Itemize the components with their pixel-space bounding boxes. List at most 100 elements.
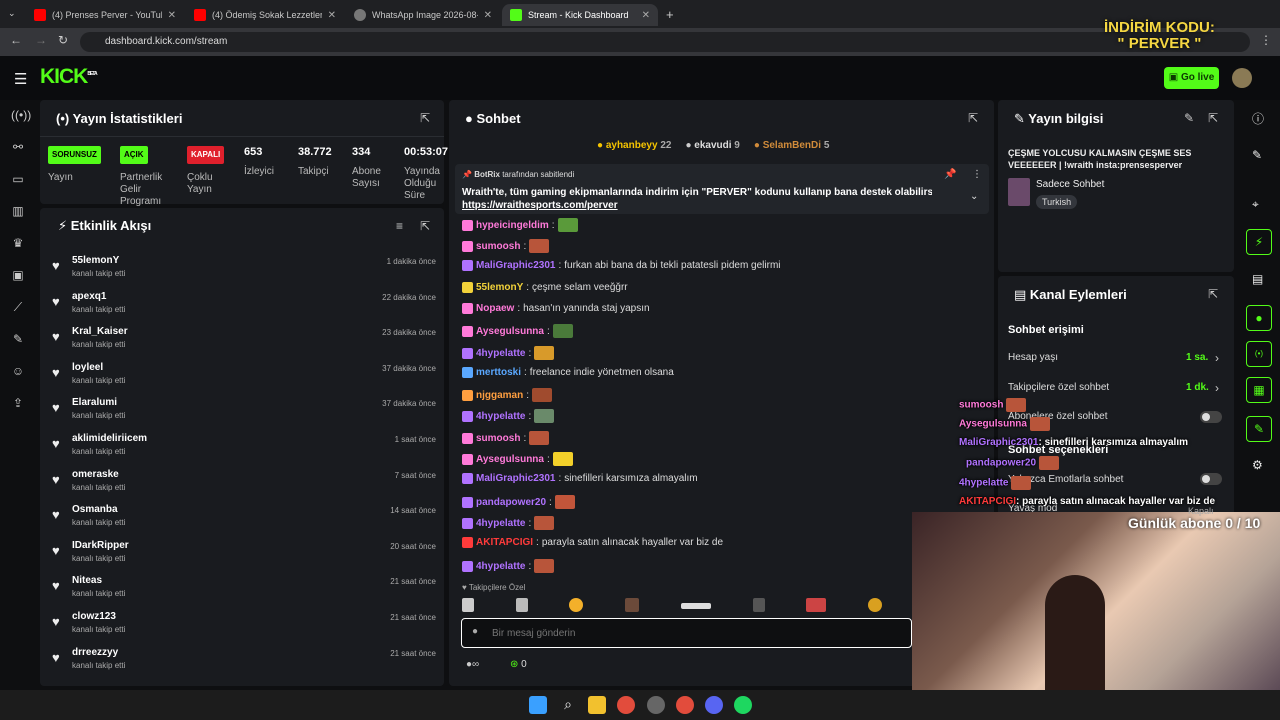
back-icon[interactable]: ← — [10, 33, 22, 47]
upload-icon[interactable]: ⇪ — [11, 396, 25, 410]
chat-username[interactable]: 4hypelatte — [476, 411, 525, 422]
kick-points[interactable]: ⊛ 0 — [510, 659, 527, 670]
address-bar[interactable]: dashboard.kick.com/stream — [80, 32, 1250, 52]
chat-input[interactable] — [492, 624, 892, 642]
analytics-icon[interactable]: ⟋ — [11, 300, 25, 314]
chrome-icon[interactable] — [617, 696, 635, 714]
emote[interactable] — [867, 598, 882, 612]
emote[interactable] — [515, 598, 528, 612]
chat-username[interactable]: pandapower20 — [476, 497, 546, 508]
unpin-icon[interactable]: 📌 — [944, 169, 956, 180]
go-live-button[interactable]: ▣ Go live — [1164, 67, 1219, 89]
link-icon[interactable]: ⚯ — [11, 140, 25, 154]
filter-icon[interactable]: ≡ — [396, 219, 403, 233]
popout-icon[interactable]: ⇱ — [968, 111, 978, 125]
chat-username[interactable]: hypeicingeldim — [476, 220, 549, 231]
emote[interactable] — [625, 598, 640, 612]
avatar[interactable] — [1232, 68, 1252, 88]
pencil-icon[interactable]: ✎ — [1252, 148, 1262, 162]
forward-icon[interactable]: → — [35, 33, 47, 47]
window-icon[interactable]: ▭ — [11, 172, 25, 186]
chevron-right-icon[interactable]: › — [1215, 351, 1219, 365]
chat-username[interactable]: AKITAPCIGI — [476, 537, 533, 548]
emote[interactable] — [569, 598, 584, 612]
chat-username[interactable]: MaliGraphic2301 — [476, 260, 555, 271]
broadcast-icon[interactable]: (•) — [1246, 341, 1272, 367]
search-icon[interactable]: ⌕ — [559, 696, 577, 714]
new-tab-button[interactable]: + — [666, 7, 674, 22]
wrench-icon[interactable]: ✎ — [1246, 416, 1272, 442]
close-icon[interactable]: ✕ — [484, 10, 492, 21]
users-icon[interactable]: ☺ — [11, 364, 25, 378]
info-icon[interactable]: ⓘ — [1252, 110, 1264, 127]
emote[interactable] — [462, 598, 474, 612]
browser-tab-kick[interactable]: Stream - Kick Dashboard ✕ — [502, 4, 658, 26]
activity-item[interactable]: ♥ Osmanba kanalı takip etti 14 saat önce — [50, 501, 440, 535]
chat-username[interactable]: merttoski — [476, 367, 521, 378]
activity-item[interactable]: ♥ aklimideliriicem kanalı takip etti 1 saat… — [50, 430, 440, 464]
start-icon[interactable] — [529, 696, 547, 714]
tab-search-icon[interactable]: ⌄ — [8, 8, 16, 19]
folder-icon[interactable] — [588, 696, 606, 714]
target-icon[interactable]: ⌖ — [1252, 197, 1259, 212]
menu-icon[interactable]: ⋮ — [1260, 33, 1272, 47]
hamburger-icon[interactable]: ☰ — [14, 70, 27, 88]
pinned-link[interactable]: https://wraithesports.com/perver — [462, 200, 618, 211]
chrome-icon[interactable] — [676, 696, 694, 714]
activity-item[interactable]: ♥ Niteas kanalı takip etti 21 saat önce — [50, 572, 440, 606]
popout-icon[interactable]: ⇱ — [1208, 287, 1218, 301]
activity-item[interactable]: ♥ drreezzyy kanalı takip etti 21 saat önce — [50, 644, 440, 678]
top-gifter-1[interactable]: ● ayhanbeyy 22 — [597, 140, 671, 151]
browser-tab-youtube-1[interactable]: (4) Prenses Perver - YouTube ✕ — [26, 4, 184, 26]
infinity-icon[interactable]: ●∞ — [466, 659, 479, 670]
page-icon[interactable]: ▤ — [1252, 272, 1263, 286]
chat-username[interactable]: Nopaew — [476, 303, 514, 314]
chat-username[interactable]: 4hypelatte — [476, 348, 525, 359]
kick-logo[interactable]: KICKBETA — [40, 65, 98, 89]
browser-tab-whatsapp[interactable]: WhatsApp Image 2026-08-08 a ✕ — [346, 4, 500, 26]
emote[interactable] — [806, 598, 827, 612]
settings-icon[interactable]: ⚙ — [1252, 458, 1263, 472]
emote-picker-icon[interactable]: ● — [472, 626, 478, 637]
chevron-right-icon[interactable]: › — [1215, 381, 1219, 395]
more-icon[interactable]: ⋮ — [972, 169, 982, 180]
chat-username[interactable]: 4hypelatte — [476, 518, 525, 529]
chat-bubble-icon[interactable]: ● — [1246, 305, 1272, 331]
popout-icon[interactable]: ⇱ — [420, 111, 430, 125]
activity-item[interactable]: ♥ IDarkRipper kanalı takip etti 20 saat önc… — [50, 537, 440, 571]
subscribers-only-toggle[interactable] — [1200, 411, 1222, 423]
popout-icon[interactable]: ⇱ — [420, 219, 430, 233]
category-name[interactable]: Sadece Sohbet — [1036, 179, 1104, 190]
obs-icon[interactable] — [647, 696, 665, 714]
top-gifter-2[interactable]: ● ekavudi 9 — [685, 140, 739, 151]
chart-icon[interactable]: ▥ — [11, 204, 25, 218]
chevron-down-icon[interactable]: ⌄ — [970, 191, 978, 202]
chat-username[interactable]: sumoosh — [476, 241, 520, 252]
popout-icon[interactable]: ⇱ — [1208, 111, 1218, 125]
reload-icon[interactable]: ↻ — [58, 33, 68, 47]
trophy-icon[interactable]: ♛ — [11, 236, 25, 250]
chat-username[interactable]: 4hypelatte — [476, 561, 525, 572]
activity-item[interactable]: ♥ apexq1 kanalı takip etti 22 dakika önce — [50, 288, 440, 322]
chat-username[interactable]: 55lemonY — [476, 282, 523, 293]
discord-icon[interactable] — [705, 696, 723, 714]
stream-icon[interactable]: ((•)) — [11, 108, 31, 122]
account-age-row[interactable]: Hesap yaşı — [1008, 352, 1058, 363]
followers-only-row[interactable]: Takipçilere özel sohbet — [1008, 382, 1109, 393]
bolt-icon[interactable]: ⚡ — [1246, 229, 1272, 255]
activity-item[interactable]: ♥ 55lemonY kanalı takip etti 1 dakika önce — [50, 252, 440, 286]
wrench-icon[interactable]: ✎ — [11, 332, 25, 346]
emote[interactable] — [752, 598, 765, 612]
close-icon[interactable]: ✕ — [168, 10, 176, 21]
chat-username[interactable]: Aysegulsunna — [476, 326, 544, 337]
browser-tab-youtube-2[interactable]: (4) Ödemiş Sokak Lezzetleri | - ✕ — [186, 4, 344, 26]
video-icon[interactable]: ▣ — [11, 268, 25, 282]
activity-item[interactable]: ♥ omeraske kanalı takip etti 7 saat önce — [50, 466, 440, 500]
layout-icon[interactable]: ▦ — [1246, 377, 1272, 403]
emote-only-toggle[interactable] — [1200, 473, 1222, 485]
activity-item[interactable]: ♥ loyleel kanalı takip etti 37 dakika önce — [50, 359, 440, 393]
top-gifter-3[interactable]: ● SelamBenDi 5 — [754, 140, 830, 151]
chat-username[interactable]: Aysegulsunna — [476, 454, 544, 465]
edit-icon[interactable]: ✎ — [1184, 111, 1194, 125]
close-icon[interactable]: ✕ — [328, 10, 336, 21]
